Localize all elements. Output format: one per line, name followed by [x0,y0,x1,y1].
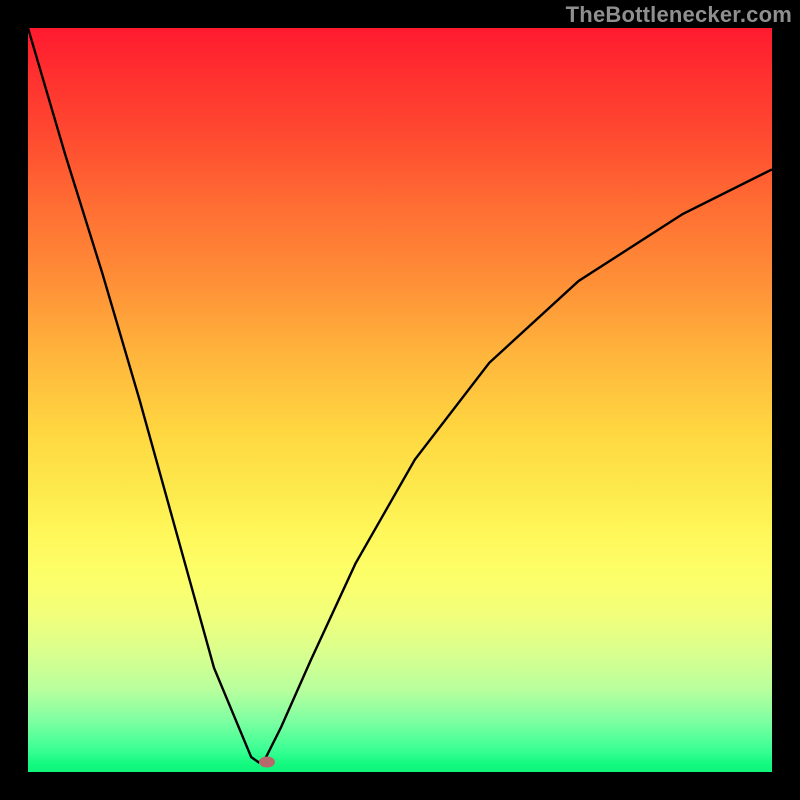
optimal-point-marker [259,757,275,768]
plot-area [28,28,772,772]
bottleneck-curve [28,28,772,772]
watermark-text: TheBottlenecker.com [566,2,792,28]
chart-frame: TheBottlenecker.com [0,0,800,800]
